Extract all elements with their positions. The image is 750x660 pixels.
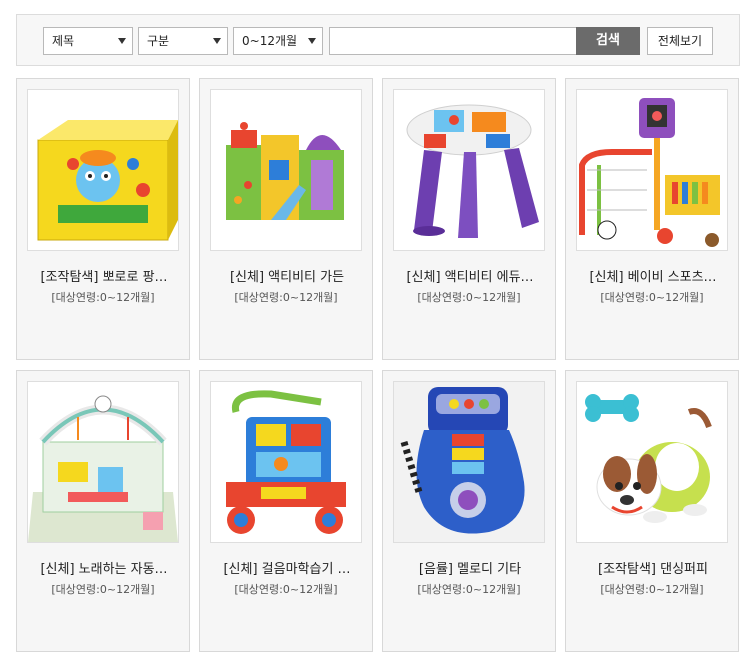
- product-card[interactable]: [신체] 액티비티 에듀… [대상연령:0~12개월]: [382, 78, 556, 360]
- product-title[interactable]: [조작탐색] 댄싱퍼피: [574, 558, 732, 577]
- field-select[interactable]: 제목: [43, 27, 133, 55]
- product-image-walker[interactable]: [210, 381, 362, 543]
- product-age: [대상연령:0~12개월]: [234, 583, 338, 596]
- category-select[interactable]: 구분: [138, 27, 228, 55]
- product-image-play-gym[interactable]: [27, 381, 179, 543]
- product-title[interactable]: [신체] 베이비 스포츠…: [574, 266, 732, 285]
- search-bar: 제목 구분 0~12개월 검색 전체보기: [16, 14, 740, 66]
- product-title[interactable]: [신체] 노래하는 자동…: [25, 558, 183, 577]
- product-card[interactable]: [조작탐색] 댄싱퍼피 [대상연령:0~12개월]: [565, 370, 739, 652]
- product-age: [대상연령:0~12개월]: [417, 583, 521, 596]
- age-select[interactable]: 0~12개월: [233, 27, 323, 55]
- product-age: [대상연령:0~12개월]: [51, 291, 155, 304]
- product-image-pororo[interactable]: [27, 89, 179, 251]
- product-title[interactable]: [조작탐색] 뽀로로 팡…: [25, 266, 183, 285]
- product-card[interactable]: [신체] 걸음마학습기 … [대상연령:0~12개월]: [199, 370, 373, 652]
- chevron-down-icon: [308, 38, 316, 44]
- age-select-value: 0~12개월: [242, 34, 298, 48]
- product-title[interactable]: [신체] 액티비티 에듀…: [391, 266, 549, 285]
- product-image-activity-table[interactable]: [393, 89, 545, 251]
- product-image-dancing-puppy[interactable]: [576, 381, 728, 543]
- product-card[interactable]: [조작탐색] 뽀로로 팡… [대상연령:0~12개월]: [16, 78, 190, 360]
- product-age: [대상연령:0~12개월]: [234, 291, 338, 304]
- product-card[interactable]: [신체] 액티비티 가든 [대상연령:0~12개월]: [199, 78, 373, 360]
- chevron-down-icon: [118, 38, 126, 44]
- product-card[interactable]: [음률] 멜로디 기타 [대상연령:0~12개월]: [382, 370, 556, 652]
- category-select-value: 구분: [147, 34, 170, 48]
- chevron-down-icon: [213, 38, 221, 44]
- product-age: [대상연령:0~12개월]: [600, 291, 704, 304]
- search-button[interactable]: 검색: [576, 27, 640, 55]
- product-image-melody-guitar[interactable]: [393, 381, 545, 543]
- product-image-activity-garden[interactable]: [210, 89, 362, 251]
- product-age: [대상연령:0~12개월]: [600, 583, 704, 596]
- product-title[interactable]: [음률] 멜로디 기타: [391, 558, 549, 577]
- product-age: [대상연령:0~12개월]: [417, 291, 521, 304]
- field-select-value: 제목: [52, 34, 75, 48]
- search-input[interactable]: [329, 27, 577, 55]
- view-all-button[interactable]: 전체보기: [647, 27, 713, 55]
- product-title[interactable]: [신체] 걸음마학습기 …: [208, 558, 366, 577]
- product-card[interactable]: [신체] 베이비 스포츠… [대상연령:0~12개월]: [565, 78, 739, 360]
- product-title[interactable]: [신체] 액티비티 가든: [208, 266, 366, 285]
- product-age: [대상연령:0~12개월]: [51, 583, 155, 596]
- product-image-baby-sports[interactable]: [576, 89, 728, 251]
- product-card[interactable]: [신체] 노래하는 자동… [대상연령:0~12개월]: [16, 370, 190, 652]
